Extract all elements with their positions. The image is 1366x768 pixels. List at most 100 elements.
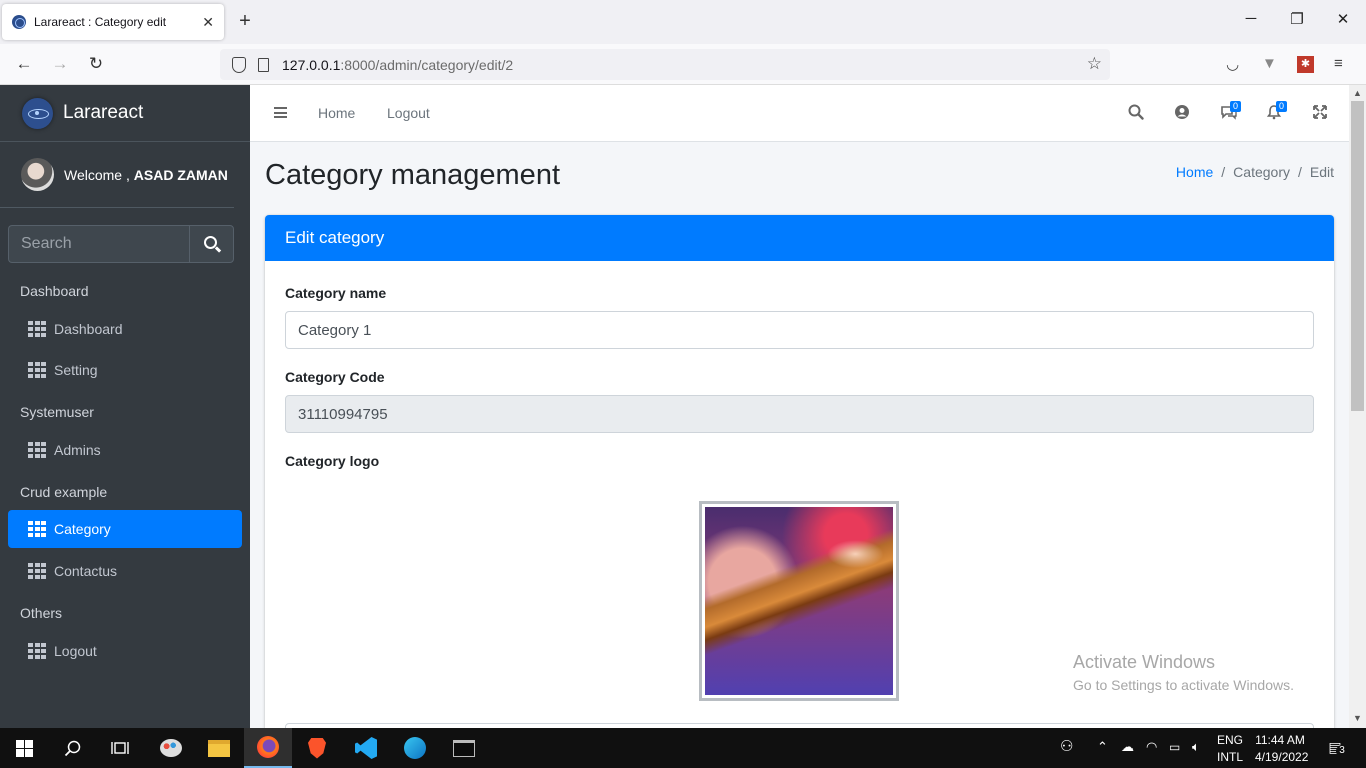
clock[interactable]: 11:44 AM 4/19/2022 xyxy=(1255,732,1309,766)
watermark-title: Activate Windows xyxy=(1073,652,1216,672)
forward-arrow-icon[interactable]: → xyxy=(48,54,72,74)
bell-icon[interactable]: 0 xyxy=(1266,101,1288,122)
sidebar-item-contactus[interactable]: Contactus xyxy=(8,552,242,590)
windows-taskbar: ⚇ ⌃ ☁ ◠ ▭ 🔈︎ ENG INTL 11:44 AM 4/19/2022… xyxy=(0,728,1366,768)
react-logo-icon xyxy=(22,97,53,129)
sidebar-item-label: Setting xyxy=(54,362,98,378)
category-logo-label: Category logo xyxy=(285,453,380,469)
wifi-icon[interactable]: ◠ xyxy=(1146,738,1157,755)
back-arrow-icon[interactable]: ← xyxy=(12,54,36,74)
taskbar-app-terminal[interactable] xyxy=(440,728,488,768)
scrollbar-thumb[interactable] xyxy=(1351,101,1364,411)
sidebar-item-logout[interactable]: Logout xyxy=(8,632,242,670)
browser-nav-bar: ← → ↻ 127.0.0.1:8000/admin/category/edit… xyxy=(0,44,1366,85)
fullscreen-icon[interactable] xyxy=(1312,104,1330,122)
edge-icon xyxy=(404,737,426,759)
page-scrollbar[interactable]: ▲ ▼ xyxy=(1349,85,1366,728)
start-button[interactable] xyxy=(0,728,48,768)
windows-logo-icon xyxy=(15,739,33,757)
sidebar-item-category[interactable]: Category xyxy=(8,510,242,548)
breadcrumb-separator: / xyxy=(1297,164,1302,180)
keyboard-layout: INTL xyxy=(1216,750,1243,764)
taskbar-search-button[interactable] xyxy=(48,728,96,768)
menu-icon[interactable]: ≡ xyxy=(1334,55,1343,72)
brave-lion-icon xyxy=(308,737,326,759)
category-code-input[interactable] xyxy=(285,395,1314,433)
language-indicator[interactable]: ENG INTL xyxy=(1214,732,1246,766)
search-icon[interactable] xyxy=(1128,104,1146,122)
nav-header-dashboard: Dashboard xyxy=(20,283,89,299)
messages-icon[interactable]: 0 xyxy=(1220,101,1242,122)
volume-icon[interactable]: 🔈︎ xyxy=(1192,738,1200,755)
onedrive-icon[interactable]: ☁ xyxy=(1121,738,1134,755)
user-circle-icon[interactable] xyxy=(1174,104,1192,122)
tab-close-icon[interactable]: ✕ xyxy=(202,14,214,31)
tab-title: Larareact : Category edit xyxy=(34,15,167,29)
action-center-button[interactable]: ▤ 3 xyxy=(1322,739,1348,757)
folder-icon xyxy=(208,739,230,757)
sidebar-search-button[interactable] xyxy=(189,225,234,263)
welcome-text: Welcome , xyxy=(64,166,130,183)
category-logo-image xyxy=(705,507,893,695)
scroll-down-arrow-icon[interactable]: ▼ xyxy=(1349,713,1366,723)
messages-badge: 0 xyxy=(1230,101,1242,112)
nav-header-systemuser: Systemuser xyxy=(20,404,94,420)
card-title: Edit category xyxy=(285,228,385,247)
sidebar-search-input[interactable] xyxy=(8,225,189,263)
minimize-button[interactable]: ─ xyxy=(1236,10,1266,27)
nav-header-crud-example: Crud example xyxy=(20,484,108,500)
chevron-up-icon[interactable]: ⌃ xyxy=(1097,738,1108,755)
url-path: :8000/admin/category/edit/2 xyxy=(340,56,514,73)
grid-icon xyxy=(28,362,46,378)
nav-logout-link[interactable]: Logout xyxy=(387,105,430,121)
taskbar-app-firefox[interactable] xyxy=(244,728,292,768)
search-icon xyxy=(64,740,80,756)
sidebar: Larareact Welcome , ASAD ZAMAN Dashboard… xyxy=(0,85,250,728)
bookmark-star-icon[interactable]: ☆ xyxy=(1087,54,1102,74)
sidebar-item-setting[interactable]: Setting xyxy=(8,351,242,389)
reload-icon[interactable]: ↻ xyxy=(84,54,108,74)
user-name[interactable]: ASAD ZAMAN xyxy=(134,167,228,183)
new-tab-button[interactable]: + xyxy=(234,10,256,33)
taskbar-app-paint[interactable] xyxy=(147,728,195,768)
sidebar-item-label: Contactus xyxy=(54,563,118,579)
people-icon[interactable]: ⚇ xyxy=(1060,738,1073,755)
taskbar-app-edge[interactable] xyxy=(391,728,439,768)
main-header: Home Logout 0 0 xyxy=(250,85,1349,142)
taskbar-app-file-explorer[interactable] xyxy=(195,728,243,768)
firefox-icon xyxy=(257,736,279,758)
notification-count: 3 xyxy=(1336,745,1348,757)
task-view-button[interactable] xyxy=(96,728,144,768)
clock-time: 11:44 AM xyxy=(1255,733,1305,747)
hamburger-menu-icon[interactable] xyxy=(274,107,287,118)
extension-v-icon[interactable]: ▼ xyxy=(1262,55,1277,72)
paint-palette-icon xyxy=(160,739,182,757)
category-logo-preview xyxy=(699,501,899,701)
breadcrumb-separator: / xyxy=(1221,164,1226,180)
category-name-input[interactable] xyxy=(285,311,1314,349)
breadcrumb-edit: Edit xyxy=(1309,164,1334,180)
scroll-up-arrow-icon[interactable]: ▲ xyxy=(1349,88,1366,98)
breadcrumb: Home / Category / Edit xyxy=(1176,164,1334,180)
extension-icon[interactable]: ✱ xyxy=(1297,56,1314,73)
address-bar[interactable]: 127.0.0.1:8000/admin/category/edit/2 ☆ xyxy=(220,49,1110,80)
sidebar-item-admins[interactable]: Admins xyxy=(8,431,242,469)
pocket-icon[interactable]: ◡ xyxy=(1226,55,1239,73)
nav-home-link[interactable]: Home xyxy=(318,105,355,121)
clock-date: 4/19/2022 xyxy=(1255,750,1309,764)
grid-icon xyxy=(28,521,46,537)
close-window-button[interactable]: ✕ xyxy=(1328,10,1358,28)
battery-icon[interactable]: ▭ xyxy=(1169,739,1180,756)
taskbar-app-brave[interactable] xyxy=(293,728,341,768)
maximize-button[interactable]: ❐ xyxy=(1282,10,1312,28)
grid-icon xyxy=(28,563,46,579)
browser-tab[interactable]: Larareact : Category edit ✕ xyxy=(2,4,224,40)
brand-link[interactable]: Larareact xyxy=(0,85,250,142)
breadcrumb-home[interactable]: Home xyxy=(1176,164,1213,180)
taskbar-app-vscode[interactable] xyxy=(342,728,390,768)
breadcrumb-category: Category xyxy=(1233,164,1290,180)
sidebar-item-dashboard[interactable]: Dashboard xyxy=(8,310,242,348)
user-welcome: Welcome , ASAD ZAMAN xyxy=(64,167,228,183)
shield-icon[interactable] xyxy=(232,56,246,73)
sidebar-item-label: Admins xyxy=(54,442,101,458)
